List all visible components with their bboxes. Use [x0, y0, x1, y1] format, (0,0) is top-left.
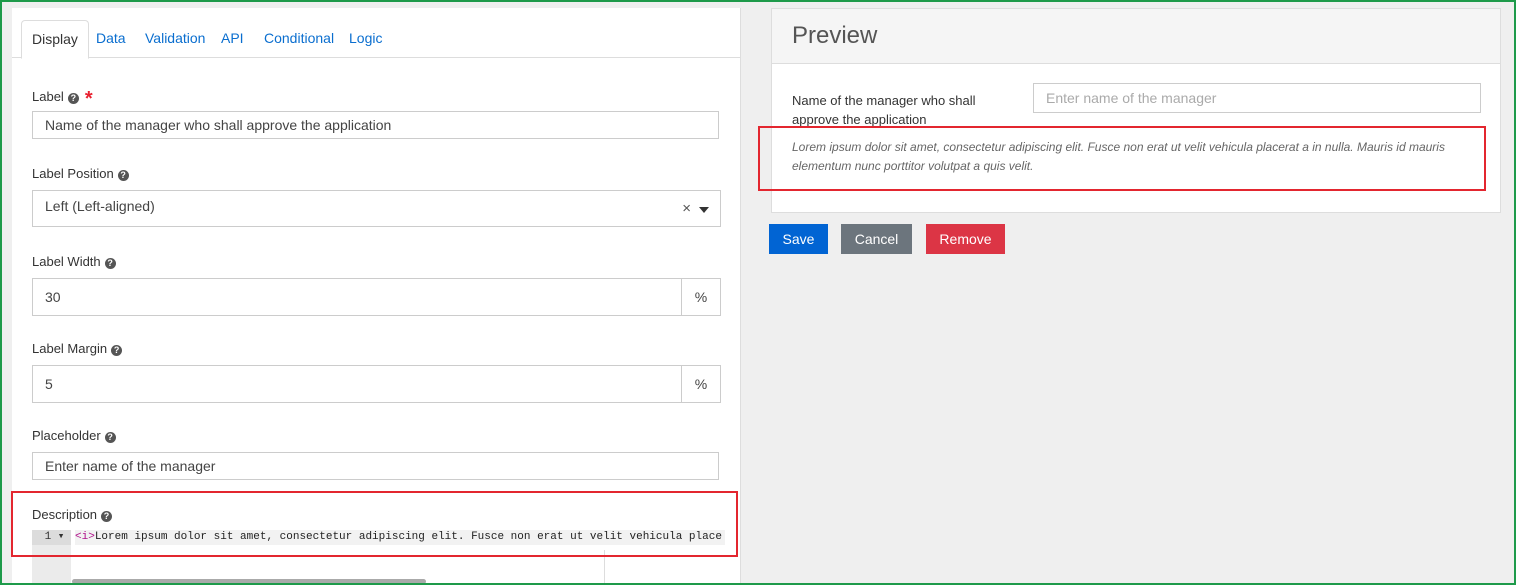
- label-width-group: 30 %: [32, 278, 721, 316]
- question-circle-icon[interactable]: ?: [67, 93, 79, 104]
- remove-button[interactable]: Remove: [926, 224, 1005, 254]
- highlight-description-editor: [11, 491, 738, 557]
- highlight-preview-description: [758, 126, 1486, 191]
- placeholder-input[interactable]: Enter name of the manager: [32, 452, 719, 480]
- question-circle-icon[interactable]: ?: [104, 432, 116, 443]
- tab-display[interactable]: Display: [21, 20, 89, 59]
- label-position-value: Left (Left-aligned): [45, 198, 155, 214]
- chevron-down-icon[interactable]: [699, 207, 709, 213]
- label-field-label: Label? *: [32, 88, 93, 110]
- preview-header: Preview: [772, 9, 1500, 64]
- preview-field-label: Name of the manager who shall approve th…: [792, 93, 976, 127]
- question-circle-icon[interactable]: ?: [104, 258, 116, 269]
- clear-icon[interactable]: ×: [682, 200, 691, 217]
- tab-conditional[interactable]: Conditional: [254, 20, 344, 56]
- save-button[interactable]: Save: [769, 224, 828, 254]
- label-width-input[interactable]: 30: [32, 278, 682, 316]
- app-frame: Display Data Validation API Conditional …: [0, 0, 1516, 585]
- label-position-label: Label Position?: [32, 166, 129, 181]
- label-margin-input[interactable]: 5: [32, 365, 682, 403]
- placeholder-label: Placeholder?: [32, 428, 116, 443]
- tab-api[interactable]: API: [211, 20, 254, 56]
- question-circle-icon[interactable]: ?: [117, 170, 129, 181]
- preview-manager-input[interactable]: Enter name of the manager: [1033, 83, 1481, 113]
- label-position-select[interactable]: Left (Left-aligned) ×: [32, 190, 721, 227]
- horizontal-scrollbar[interactable]: [72, 579, 426, 583]
- label-margin-group: 5 %: [32, 365, 721, 403]
- asterisk-icon: *: [84, 88, 93, 110]
- label-width-label: Label Width?: [32, 254, 116, 269]
- label-margin-label: Label Margin?: [32, 341, 123, 356]
- cancel-button[interactable]: Cancel: [841, 224, 912, 254]
- percent-addon: %: [681, 278, 721, 316]
- preview-title: Preview: [792, 22, 878, 49]
- percent-addon: %: [681, 365, 721, 403]
- label-input[interactable]: Name of the manager who shall approve th…: [32, 111, 719, 139]
- tab-validation[interactable]: Validation: [135, 20, 215, 56]
- settings-tabs: Display Data Validation API Conditional …: [12, 20, 740, 59]
- question-circle-icon[interactable]: ?: [111, 345, 123, 356]
- tab-data[interactable]: Data: [86, 20, 136, 56]
- tab-logic[interactable]: Logic: [339, 20, 392, 56]
